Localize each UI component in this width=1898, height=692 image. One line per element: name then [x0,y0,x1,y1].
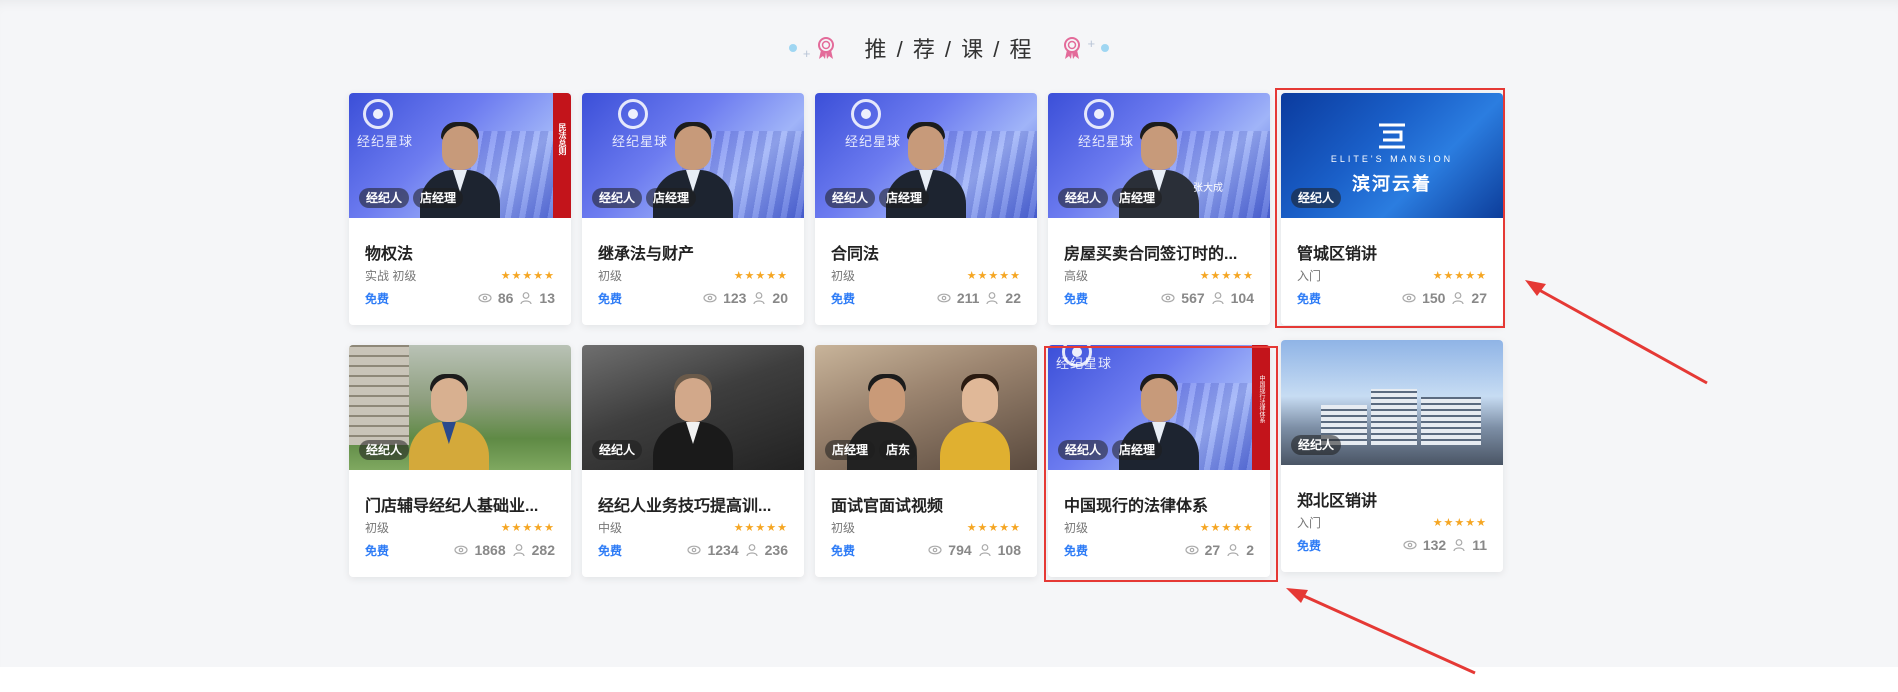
arrow-icon [1531,284,1708,385]
arrow-icon [1294,590,1476,675]
annotation-arrows [1286,280,1708,675]
arrow-icon [1286,588,1308,603]
